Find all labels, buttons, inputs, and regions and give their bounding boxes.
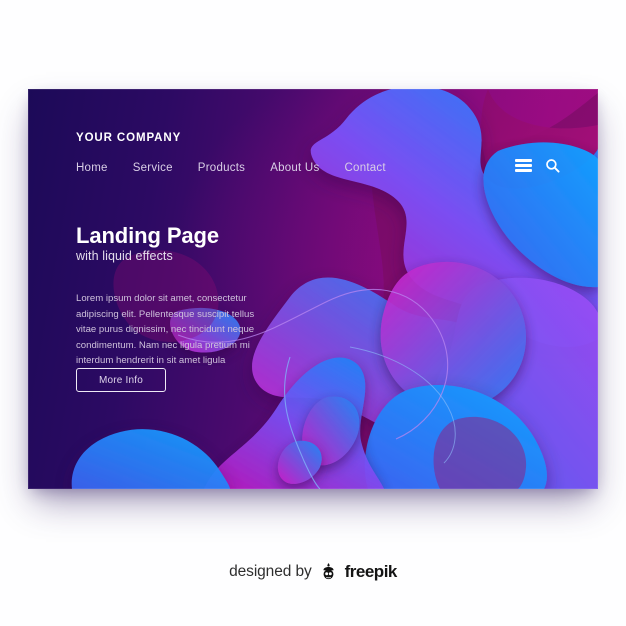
designed-by-credit: designed by freepik <box>0 562 626 582</box>
nav-item-products[interactable]: Products <box>198 162 245 174</box>
hamburger-menu-icon[interactable] <box>515 159 532 172</box>
header-icon-group <box>515 158 560 173</box>
hero-title: Landing Page <box>76 223 220 248</box>
freepik-wordmark: freepik <box>344 562 398 581</box>
nav-item-contact[interactable]: Contact <box>345 162 386 174</box>
screenshot-canvas: YOUR COMPANY Home Service Products About… <box>0 0 626 626</box>
hero-paragraph: Lorem ipsum dolor sit amet, consectetur … <box>76 293 255 367</box>
nav-item-service[interactable]: Service <box>133 162 173 174</box>
search-icon[interactable] <box>545 158 560 173</box>
hero-section: Landing Page with liquid effects Lorem i… <box>76 224 291 369</box>
hero-subtitle: with liquid effects <box>76 249 173 264</box>
nav-item-about-us[interactable]: About Us <box>270 162 319 174</box>
main-navigation: Home Service Products About Us Contact <box>76 162 386 174</box>
freepik-robot-face-icon <box>323 562 334 579</box>
nav-item-home[interactable]: Home <box>76 162 108 174</box>
more-info-button[interactable]: More Info <box>76 368 166 392</box>
landing-page-mockup-card: YOUR COMPANY Home Service Products About… <box>28 89 598 489</box>
credit-prefix-text: designed by <box>229 563 312 580</box>
site-brand-logo[interactable]: YOUR COMPANY <box>76 132 181 144</box>
